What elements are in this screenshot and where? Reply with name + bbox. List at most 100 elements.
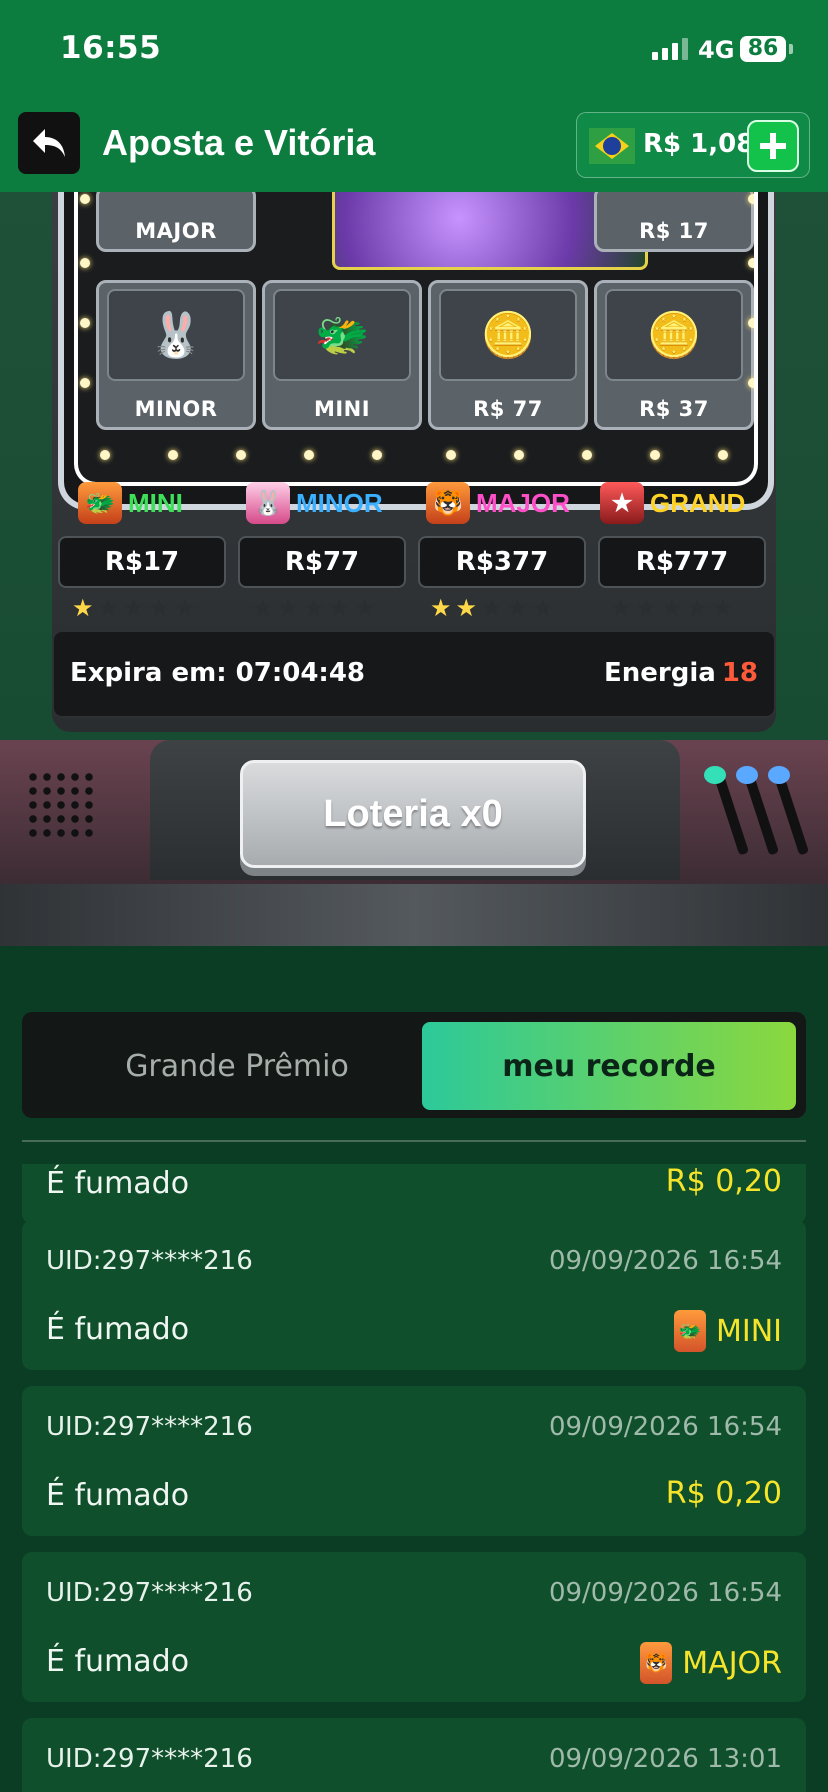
knob-icon bbox=[768, 766, 790, 784]
record-kind: É fumado bbox=[46, 1644, 190, 1679]
grand-win-icon: ★ bbox=[600, 482, 644, 524]
record-date: 09/09/2026 13:01 bbox=[548, 1744, 782, 1774]
star-icon: ★ bbox=[277, 594, 300, 622]
star-icon: ★ bbox=[430, 594, 452, 622]
slot-machine: MAJOR R$ 17 🐰 MINOR 🐲 MINI 🪙 R$ 77 🪙 R$ … bbox=[0, 192, 828, 946]
light-bulb bbox=[372, 450, 382, 460]
record-date: 09/09/2026 16:54 bbox=[548, 1412, 782, 1442]
reel-tile-mini: 🐲 MINI bbox=[262, 280, 422, 430]
light-bulb bbox=[514, 450, 524, 460]
reel-tile-r37: 🪙 R$ 37 bbox=[594, 280, 754, 430]
wild-dragon-icon: 🐲 bbox=[78, 482, 122, 524]
status-bar: 16:55 4G 86 bbox=[0, 0, 828, 100]
light-bulb bbox=[80, 194, 90, 204]
jackpot-label-grand: ★ GRAND bbox=[600, 482, 745, 524]
record-kind: É fumado bbox=[46, 1312, 190, 1347]
brazil-flag-icon bbox=[589, 128, 635, 164]
page-title: Aposta e Vitória bbox=[102, 122, 376, 163]
star-icon: ★ bbox=[455, 594, 478, 622]
star-icon: ★ bbox=[252, 594, 274, 622]
wallet-balance: R$ 1,08 bbox=[576, 112, 810, 178]
star-icon: ★ bbox=[481, 594, 503, 622]
records-list[interactable]: É fumado R$ 0,20 UID:297****216 09/09/20… bbox=[0, 1164, 828, 1792]
record-date: 09/09/2026 16:54 bbox=[548, 1246, 782, 1276]
star-icon: ★ bbox=[712, 594, 734, 622]
knob-icon bbox=[736, 766, 758, 784]
star-icon: ★ bbox=[328, 594, 351, 622]
star-rating-mini: ★ ★ ★ ★ ★ bbox=[72, 594, 196, 622]
record-uid: UID:297****216 bbox=[46, 1246, 253, 1276]
light-bulb bbox=[650, 450, 660, 460]
jackpot-value-major: R$377 bbox=[418, 536, 586, 588]
star-icon: ★ bbox=[123, 594, 145, 622]
jackpot-value-minor: R$77 bbox=[238, 536, 406, 588]
app-header: Aposta e Vitória R$ 1,08 bbox=[0, 100, 828, 192]
list-item: É fumado R$ 0,20 bbox=[22, 1164, 806, 1224]
star-icon: ★ bbox=[72, 594, 94, 622]
star-icon: ★ bbox=[354, 594, 376, 622]
record-prize: R$ 0,20 bbox=[665, 1476, 782, 1511]
record-uid: UID:297****216 bbox=[46, 1744, 253, 1774]
wild-rabbit-icon: 🐰 bbox=[107, 289, 245, 381]
reel-tile-major: MAJOR bbox=[96, 192, 256, 252]
record-tabs: Grande Prêmio meu recorde bbox=[22, 1012, 806, 1118]
star-icon: ★ bbox=[532, 594, 554, 622]
jackpot-label-mini: 🐲 MINI bbox=[78, 482, 183, 524]
lottery-button[interactable]: Loteria x0 bbox=[240, 760, 586, 868]
signal-icon bbox=[652, 36, 688, 60]
wild-rabbit-icon: 🐰 bbox=[246, 482, 290, 524]
machine-base bbox=[0, 884, 828, 946]
light-bulb bbox=[748, 258, 754, 268]
energy-counter: Energia 18 bbox=[604, 658, 758, 688]
star-icon: ★ bbox=[661, 594, 683, 622]
wild-dragon-icon: 🐲 bbox=[273, 289, 411, 381]
jackpot-labels: 🐲 MINI 🐰 MINOR 🐯 MAJOR ★ GRAND bbox=[52, 482, 776, 532]
expiry-timer: Expira em: 07:04:48 bbox=[70, 658, 366, 688]
jackpot-value-mini: R$17 bbox=[58, 536, 226, 588]
light-bulb bbox=[718, 450, 728, 460]
record-date: 09/09/2026 16:54 bbox=[548, 1578, 782, 1608]
light-bulb bbox=[100, 450, 110, 460]
battery-icon: 86 bbox=[740, 36, 793, 62]
light-bulb bbox=[748, 378, 754, 388]
star-icon: ★ bbox=[303, 594, 325, 622]
light-bulb bbox=[748, 194, 754, 204]
light-bulb bbox=[446, 450, 456, 460]
record-uid: UID:297****216 bbox=[46, 1412, 253, 1442]
info-panel: Expira em: 07:04:48 Energia 18 bbox=[52, 630, 776, 718]
star-icon: ★ bbox=[686, 594, 709, 622]
jackpot-label-minor: 🐰 MINOR bbox=[246, 482, 383, 524]
deposit-button[interactable] bbox=[747, 120, 799, 172]
back-button[interactable] bbox=[18, 112, 80, 174]
gold-coins-icon: 🪙 bbox=[605, 289, 743, 381]
star-icon: ★ bbox=[148, 594, 171, 622]
list-item: UID:297****216 09/09/2026 13:01 bbox=[22, 1718, 806, 1792]
plus-icon bbox=[760, 133, 786, 159]
reel-frame: MAJOR R$ 17 🐰 MINOR 🐲 MINI 🪙 R$ 77 🪙 R$ … bbox=[58, 192, 774, 510]
light-bulb bbox=[80, 258, 90, 268]
list-item: UID:297****216 09/09/2026 16:54 É fumado… bbox=[22, 1552, 806, 1702]
light-bulb bbox=[748, 318, 754, 328]
light-bulb bbox=[80, 378, 90, 388]
reel-tile-r77: 🪙 R$ 77 bbox=[428, 280, 588, 430]
back-arrow-icon bbox=[33, 129, 65, 157]
star-rating-grand: ★ ★ ★ ★ ★ bbox=[610, 594, 734, 622]
tab-meu-recorde[interactable]: meu recorde bbox=[422, 1022, 796, 1110]
wild-tiger-icon: 🐯 bbox=[426, 482, 470, 524]
light-bulb bbox=[80, 318, 90, 328]
status-time: 16:55 bbox=[60, 30, 162, 66]
star-icon: ★ bbox=[635, 594, 658, 622]
divider bbox=[22, 1140, 806, 1142]
star-rating-major: ★ ★ ★ ★ ★ bbox=[430, 594, 554, 622]
list-item: UID:297****216 09/09/2026 16:54 É fumado… bbox=[22, 1386, 806, 1536]
top-bar: 16:55 4G 86 Aposta e Vitória R$ 1,08 bbox=[0, 0, 828, 192]
star-icon: ★ bbox=[610, 594, 632, 622]
light-bulb bbox=[168, 450, 178, 460]
list-item: UID:297****216 09/09/2026 16:54 É fumado… bbox=[22, 1220, 806, 1370]
tab-grande-premio[interactable]: Grande Prêmio bbox=[32, 1022, 442, 1110]
jackpot-label-major: 🐯 MAJOR bbox=[426, 482, 570, 524]
balance-amount: R$ 1,08 bbox=[643, 129, 755, 159]
knob-icon bbox=[704, 766, 726, 784]
record-prize: 🐯 MAJOR bbox=[640, 1642, 782, 1684]
record-kind: É fumado bbox=[46, 1478, 190, 1513]
